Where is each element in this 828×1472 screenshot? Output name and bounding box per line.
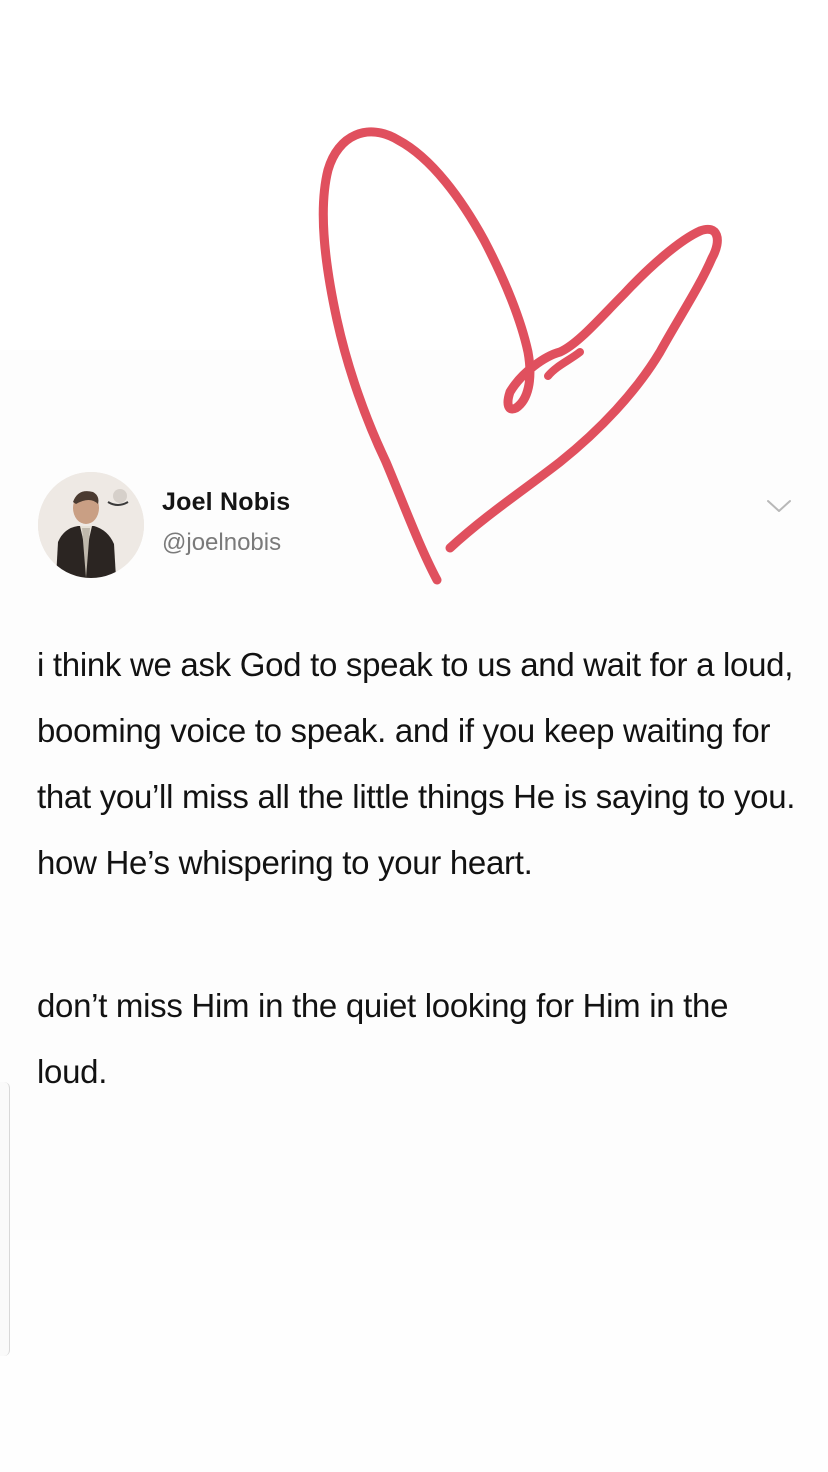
author-handle[interactable]: @joelnobis [162, 529, 281, 557]
top-area [0, 0, 828, 350]
chevron-down-icon[interactable] [764, 495, 794, 517]
screenshot-page: Joel Nobis @joelnobis i think we ask God… [0, 0, 828, 1472]
avatar-photo-icon [38, 472, 144, 578]
bottom-area [0, 1240, 828, 1472]
avatar[interactable] [38, 472, 144, 578]
tweet-text-paragraph-2: don’t miss Him in the quiet looking for … [37, 987, 729, 1090]
author-name[interactable]: Joel Nobis [162, 488, 290, 517]
tweet-text-paragraph-1: i think we ask God to speak to us and wa… [37, 646, 796, 881]
